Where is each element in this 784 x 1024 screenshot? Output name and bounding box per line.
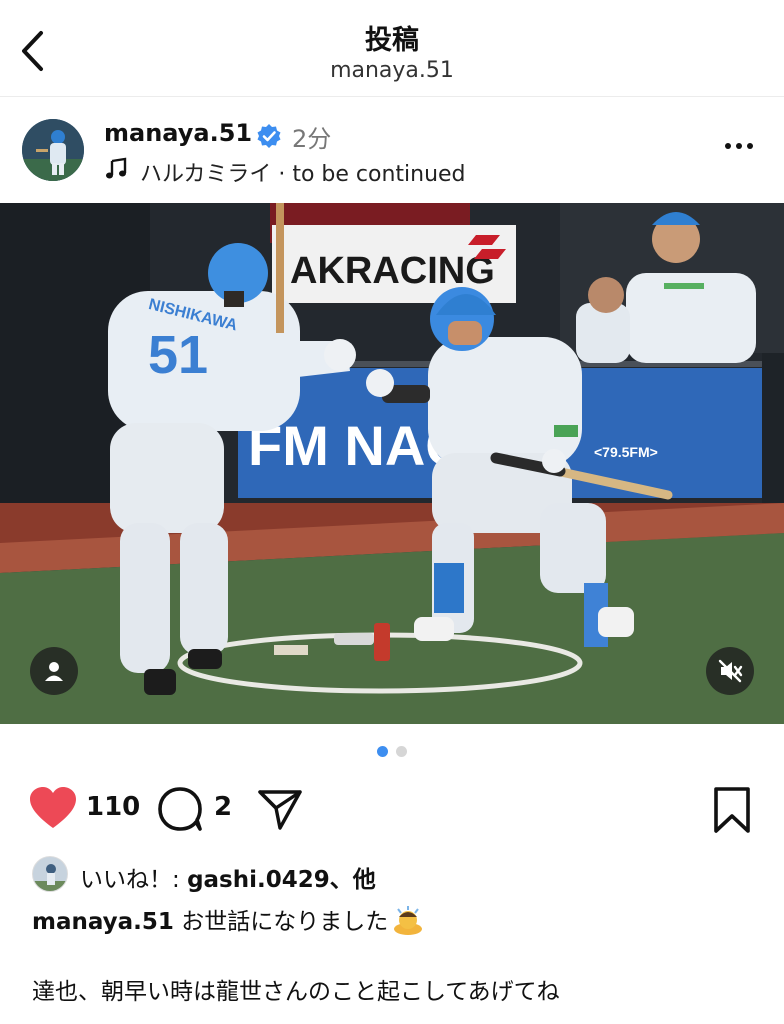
caption-username[interactable]: manaya.51 [32,909,174,935]
page-title: 投稿 [365,25,419,56]
comment-button[interactable] [156,786,204,832]
more-dot-icon [736,143,742,149]
liked-by-user[interactable]: gashi.0429 [187,867,330,893]
like-count[interactable]: 110 [86,792,140,822]
post-photo[interactable]: AKRACING FM NACK5 <79.5FM> NISHIKAWA 51 [0,203,784,724]
bookmark-icon [714,787,750,833]
paper-plane-icon [258,790,302,830]
jersey-number: 51 [148,325,208,385]
music-note-icon [106,157,127,179]
comment-icon [158,787,202,831]
tagged-users-button[interactable] [30,647,78,695]
verified-badge-icon [257,124,281,148]
post-username[interactable]: manaya.51 [104,119,252,147]
post-time: 2分 [292,125,332,153]
save-button[interactable] [710,786,754,834]
mute-toggle-button[interactable] [706,647,754,695]
liked-by-suffix[interactable]: 、他 [330,867,376,893]
liker-avatar[interactable] [32,856,68,892]
more-dot-icon [725,143,731,149]
heart-icon [30,787,76,828]
carousel-dot [396,746,407,757]
share-button[interactable] [256,786,304,832]
liked-by-line: いいね！: gashi.0429、他 [80,860,376,894]
carousel-dot-active [377,746,388,757]
like-button[interactable] [28,786,78,830]
music-label[interactable]: ハルカミライ · to be continued [140,156,466,188]
banner-akracing: AKRACING [290,250,495,292]
avatar[interactable] [22,119,84,181]
carousel-indicator [0,746,784,757]
more-options-button[interactable] [718,133,760,159]
liked-by-prefix: いいね！: [80,867,188,893]
action-bar: 110 2 [0,780,784,836]
more-dot-icon [747,143,753,149]
caption-line-2: 達也、朝早い時は龍世さんのこと起こしてあげてね [32,979,560,1005]
comment-count[interactable]: 2 [214,792,232,822]
banner-frequency: <79.5FM> [594,444,658,460]
speaker-muted-icon [718,659,743,683]
bowing-emoji-icon [394,906,423,935]
post-header: manaya.51 2分 ハルカミライ · to be continued [0,97,784,203]
caption-text: お世話になりました [173,909,389,935]
top-bar: 投稿 manaya.51 [0,0,784,96]
person-icon [45,662,63,681]
caption: manaya.51 お世話になりました [32,902,424,936]
page-subtitle: manaya.51 [330,58,454,83]
